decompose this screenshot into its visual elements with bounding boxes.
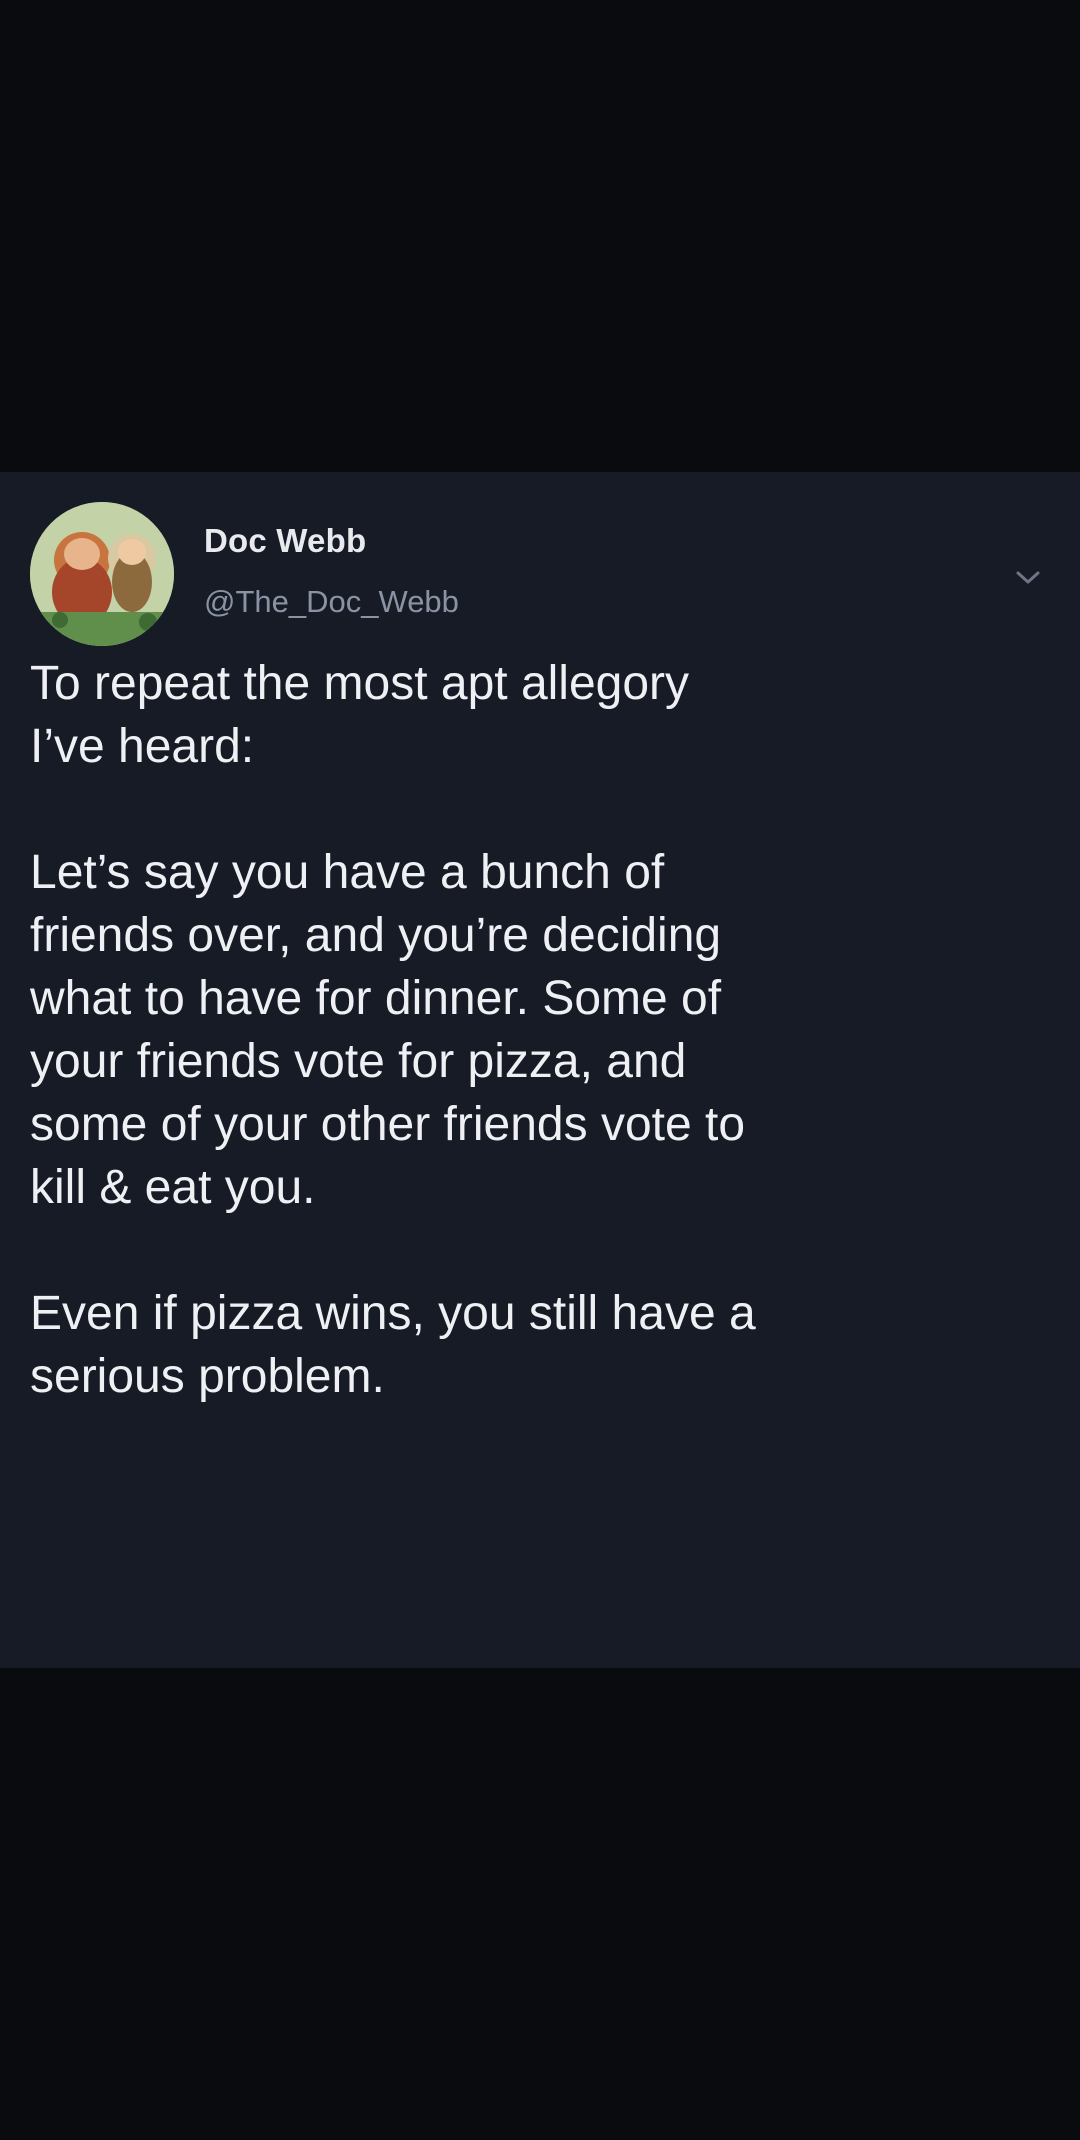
tweet-menu-button[interactable] xyxy=(1006,560,1050,596)
avatar-illustration-icon xyxy=(30,502,174,646)
tweet-paragraph: Let’s say you have a bunch of friends ov… xyxy=(30,846,746,1214)
tweet-card[interactable]: Doc Webb @The_Doc_Webb To repeat the mos… xyxy=(0,472,1080,1668)
tweet-paragraph: Even if pizza wins, you still have a ser… xyxy=(30,1287,756,1403)
chevron-down-icon xyxy=(1016,571,1040,584)
avatar[interactable] xyxy=(30,502,174,646)
screenshot-page: Doc Webb @The_Doc_Webb To repeat the mos… xyxy=(0,0,1080,2140)
author-handle[interactable]: @The_Doc_Webb xyxy=(204,584,459,620)
tweet-text: To repeat the most apt allegory I’ve hea… xyxy=(30,652,1050,1408)
tweet-paragraph: To repeat the most apt allegory I’ve hea… xyxy=(30,657,690,773)
author-display-name[interactable]: Doc Webb xyxy=(204,522,366,560)
tweet-header: Doc Webb @The_Doc_Webb xyxy=(30,492,1050,646)
